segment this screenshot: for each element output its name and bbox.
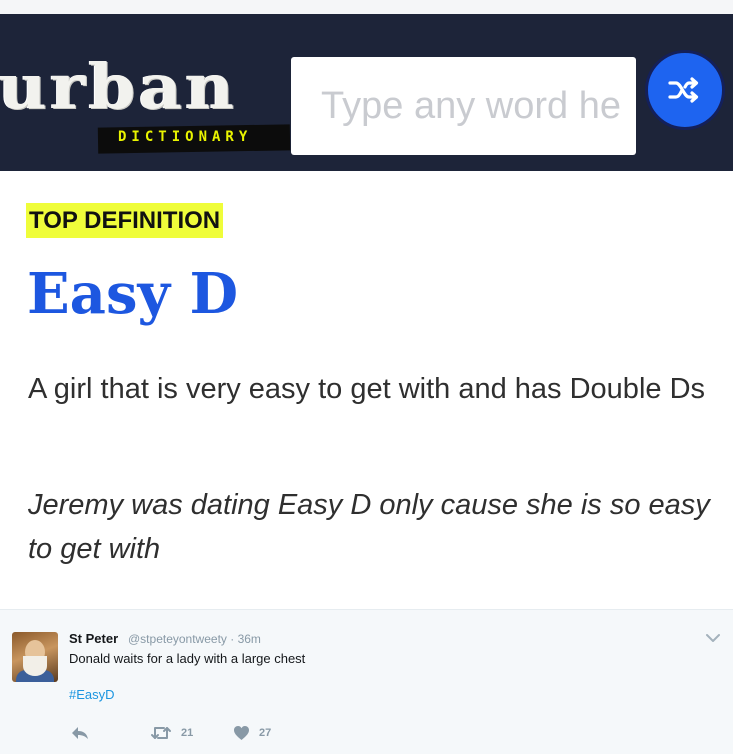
avatar[interactable] xyxy=(12,632,58,682)
retweet-count: 21 xyxy=(181,727,194,739)
chevron-down-icon[interactable] xyxy=(705,632,721,644)
heart-icon[interactable] xyxy=(233,725,250,741)
top-strip xyxy=(0,0,733,14)
avatar-beard xyxy=(23,656,47,676)
urban-dictionary-logo[interactable]: urban DICTIONARY xyxy=(0,42,292,157)
embedded-tweet: St Peter @stpeteyontweety · 36m Donald w… xyxy=(0,609,733,754)
random-word-button[interactable] xyxy=(645,50,725,130)
logo-subtitle: DICTIONARY xyxy=(118,129,253,145)
tweet-text: Donald waits for a lady with a large che… xyxy=(69,651,306,666)
tweet-author-name[interactable]: St Peter xyxy=(69,631,118,646)
shuffle-icon xyxy=(668,77,699,103)
site-header: urban DICTIONARY xyxy=(0,14,733,171)
logo-wordmark: urban xyxy=(0,50,238,123)
definition-word-link[interactable]: Easy D xyxy=(27,261,238,327)
search-input[interactable] xyxy=(291,57,636,155)
like-count: 27 xyxy=(259,727,272,739)
retweet-icon[interactable] xyxy=(150,725,172,741)
tweet-handle-time[interactable]: @stpeteyontweety · 36m xyxy=(128,632,261,646)
definition-meaning: A girl that is very easy to get with and… xyxy=(28,373,706,405)
definition-example: Jeremy was dating Easy D only cause she … xyxy=(28,489,710,565)
definition-panel: TOP DEFINITION Easy D A girl that is ver… xyxy=(0,171,733,609)
tweet-hashtag-link[interactable]: #EasyD xyxy=(69,687,115,702)
top-definition-badge: TOP DEFINITION xyxy=(26,203,224,238)
reply-icon[interactable] xyxy=(71,726,89,740)
